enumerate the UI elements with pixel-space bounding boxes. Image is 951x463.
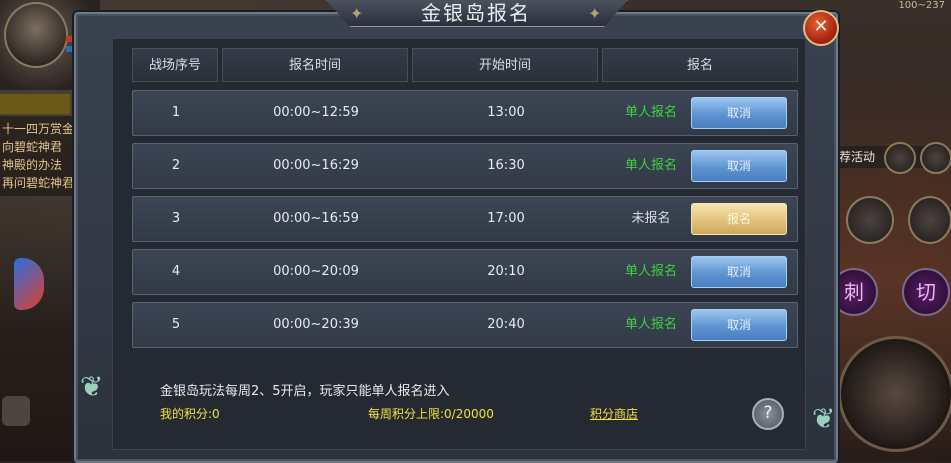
quest-tab[interactable] bbox=[0, 94, 70, 114]
close-button[interactable]: ✕ bbox=[803, 10, 839, 46]
help-icon[interactable]: ? bbox=[752, 398, 784, 430]
signup-time: 00:00~12:59 bbox=[273, 105, 359, 120]
bamboo-ornament-icon: ❦ bbox=[812, 402, 836, 435]
cancel-button[interactable]: 取消 bbox=[691, 150, 787, 182]
signup-time: 00:00~20:39 bbox=[273, 317, 359, 332]
battlefield-index: 3 bbox=[171, 211, 181, 226]
table-row: 5 00:00~20:39 20:40 单人报名 取消 bbox=[132, 302, 798, 348]
quest-line: 再问碧蛇神君 bbox=[2, 176, 75, 190]
quest-line: 十一四万赏金 bbox=[2, 122, 75, 136]
skill-slot[interactable] bbox=[908, 196, 951, 244]
attack-button[interactable] bbox=[838, 336, 951, 452]
table-row: 1 00:00~12:59 13:00 单人报名 取消 bbox=[132, 90, 798, 136]
weekly-score-limit: 每周积分上限:0/20000 bbox=[368, 407, 494, 421]
plus-icon[interactable] bbox=[920, 142, 951, 174]
column-header: 报名 bbox=[602, 48, 798, 82]
start-time: 16:30 bbox=[487, 158, 525, 173]
cancel-button[interactable]: 取消 bbox=[691, 309, 787, 341]
signup-time: 00:00~16:59 bbox=[273, 211, 359, 226]
app-logo-icon[interactable] bbox=[14, 258, 44, 310]
quest-line: 向碧蛇神君 bbox=[2, 140, 63, 154]
start-time: 17:00 bbox=[487, 211, 525, 226]
bamboo-ornament-icon: ❦ bbox=[80, 370, 104, 403]
signup-status: 单人报名 bbox=[624, 317, 677, 332]
column-header: 报名时间 bbox=[222, 48, 408, 82]
signup-status: 单人报名 bbox=[624, 105, 677, 120]
column-header: 战场序号 bbox=[132, 48, 218, 82]
quest-line: 神殿的办法 bbox=[2, 158, 63, 172]
top-right-readout: 100~237 bbox=[898, 0, 945, 11]
battlefield-index: 5 bbox=[171, 317, 181, 332]
battlefield-index: 2 bbox=[171, 158, 181, 173]
table-row: 3 00:00~16:59 17:00 未报名 报名 bbox=[132, 196, 798, 242]
signup-status: 单人报名 bbox=[624, 158, 677, 173]
start-time: 20:40 bbox=[487, 317, 525, 332]
dialog-title: 金银岛报名 bbox=[421, 1, 531, 25]
score-shop-link[interactable]: 积分商店 bbox=[590, 405, 638, 422]
rules-text: 金银岛玩法每周2、5开启，玩家只能单人报名进入 bbox=[160, 384, 450, 399]
signup-time: 00:00~16:29 bbox=[273, 158, 359, 173]
signup-status: 单人报名 bbox=[624, 264, 677, 279]
crossed-swords-icon[interactable] bbox=[846, 196, 894, 244]
search-icon[interactable] bbox=[884, 142, 916, 174]
start-time: 20:10 bbox=[487, 264, 525, 279]
lock-icon[interactable] bbox=[2, 396, 30, 426]
table-row: 2 00:00~16:29 16:30 单人报名 取消 bbox=[132, 143, 798, 189]
signup-button[interactable]: 报名 bbox=[691, 203, 787, 235]
cancel-button[interactable]: 取消 bbox=[691, 256, 787, 288]
start-time: 13:00 bbox=[487, 105, 525, 120]
table-row: 4 00:00~20:09 20:10 单人报名 取消 bbox=[132, 249, 798, 295]
signup-status: 未报名 bbox=[631, 211, 671, 226]
cancel-button[interactable]: 取消 bbox=[691, 97, 787, 129]
battlefield-index: 1 bbox=[171, 105, 181, 120]
character-portrait[interactable] bbox=[4, 2, 68, 68]
battlefield-index: 4 bbox=[171, 264, 181, 279]
my-score: 我的积分:0 bbox=[160, 407, 220, 421]
skill-button[interactable]: 切 bbox=[902, 268, 950, 316]
signup-time: 00:00~20:09 bbox=[273, 264, 359, 279]
table-header: 战场序号 报名时间 开始时间 报名 bbox=[132, 48, 798, 82]
column-header: 开始时间 bbox=[412, 48, 598, 82]
